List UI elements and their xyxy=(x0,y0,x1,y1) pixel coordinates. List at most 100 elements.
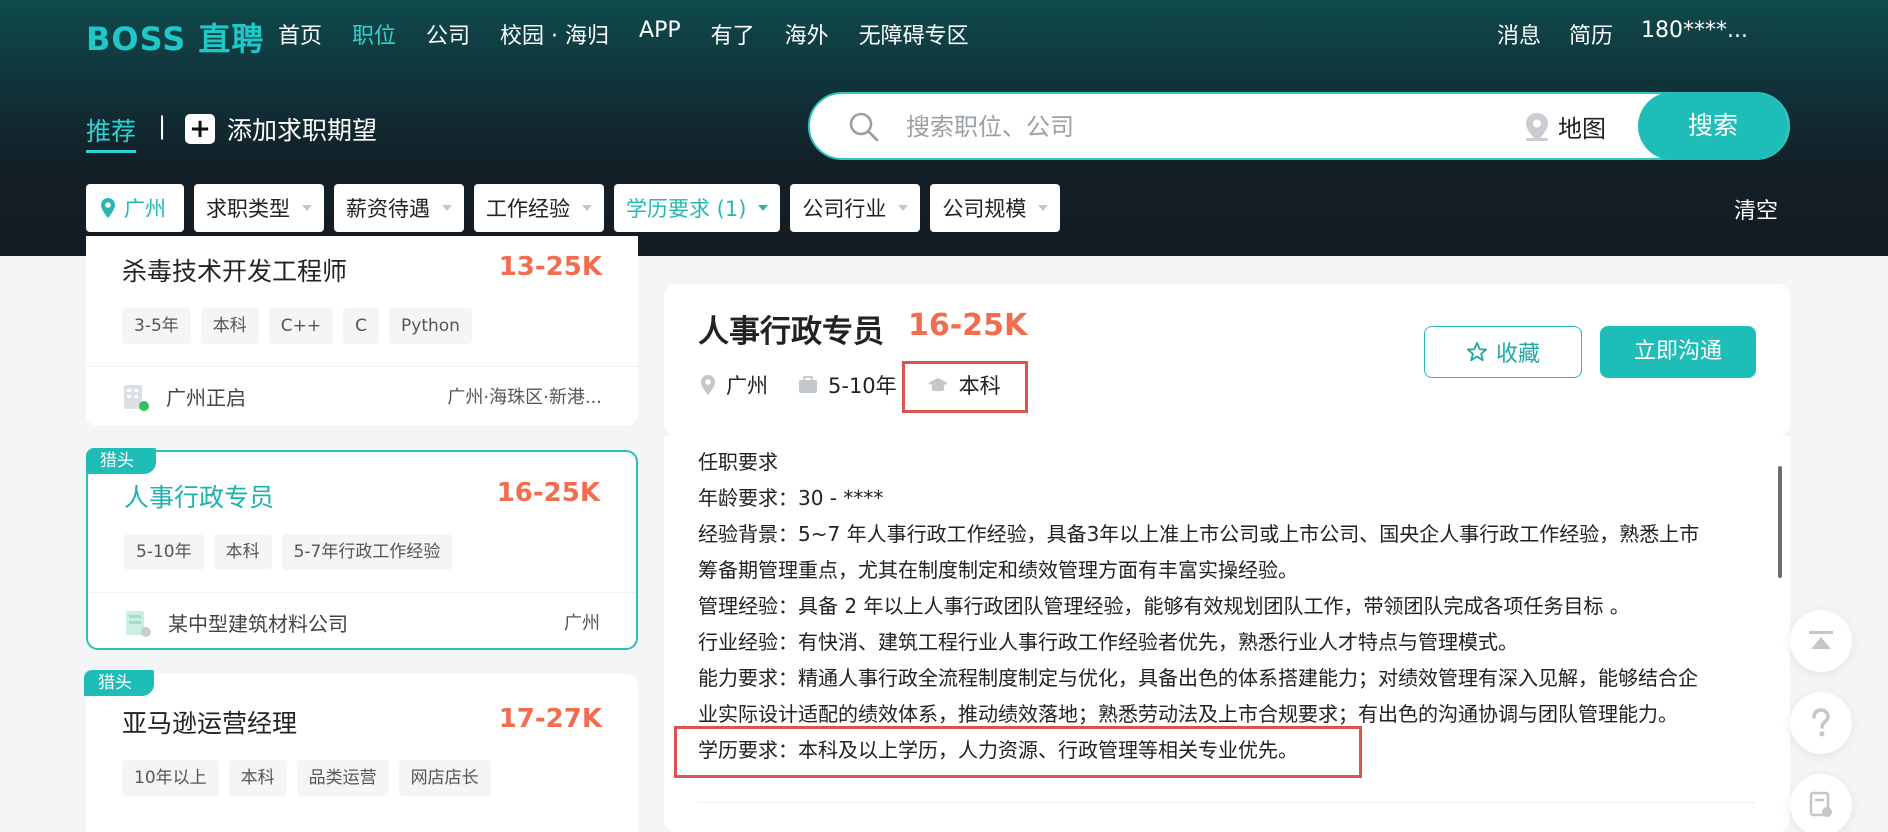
chevron-down-icon xyxy=(758,205,769,211)
filter-city[interactable]: 广州 xyxy=(86,184,184,232)
detail-experience-label: 5-10年 xyxy=(828,374,897,398)
chat-now-button[interactable]: 立即沟通 xyxy=(1600,326,1756,378)
chevron-down-icon xyxy=(442,205,452,211)
job-title[interactable]: 杀毒技术开发工程师 xyxy=(122,252,347,288)
search-box: 地图 搜索 xyxy=(808,92,1790,160)
filter-job-type-label: 求职类型 xyxy=(206,197,290,221)
job-tag: 5-7年行政工作经验 xyxy=(281,534,453,570)
nav-accessibility[interactable]: 无障碍专区 xyxy=(859,18,969,50)
company-name[interactable]: 广州正启 xyxy=(166,382,246,411)
job-card-selected[interactable]: 猎头 人事行政专员 16-25K 5-10年 本科 5-7年行政工作经验 某中型… xyxy=(86,448,638,650)
resume-link[interactable]: 简历 xyxy=(1569,18,1613,50)
job-tag: C++ xyxy=(268,308,334,344)
description-line: 年龄要求：30 - **** xyxy=(698,486,884,510)
description-line: 筹备期管理重点，尤其在制度制定和绩效管理方面有丰富实操经验。 xyxy=(698,558,1298,582)
add-expectation-button[interactable]: + 添加求职期望 xyxy=(185,111,377,147)
main-nav: 首页 职位 公司 校园 · 海归 APP 有了 海外 无障碍专区 xyxy=(278,18,999,50)
feedback-icon xyxy=(1809,791,1832,817)
favorite-label: 收藏 xyxy=(1495,342,1540,367)
messages-link[interactable]: 消息 xyxy=(1497,18,1541,50)
company-row[interactable]: 某中型建筑材料公司 广州 xyxy=(124,600,600,644)
recommend-tab[interactable]: 推荐 xyxy=(86,112,137,153)
filter-bar: 广州 求职类型 薪资待遇 工作经验 学历要求 (1) 公司行业 公司规模 xyxy=(86,184,1061,232)
description-line: 任职要求 xyxy=(698,450,778,474)
section-divider xyxy=(698,802,1756,803)
job-location: 广州 xyxy=(564,613,600,634)
boss-logo[interactable]: BOSS 直聘 xyxy=(86,14,264,60)
job-title[interactable]: 亚马逊运营经理 xyxy=(122,704,297,740)
filter-company-size-label: 公司规模 xyxy=(942,197,1027,221)
map-button[interactable]: 地图 xyxy=(1524,109,1606,144)
feedback-button[interactable] xyxy=(1790,774,1852,832)
filter-experience[interactable]: 工作经验 xyxy=(474,184,604,232)
card-divider xyxy=(86,366,638,367)
filter-industry-label: 公司行业 xyxy=(802,197,887,221)
job-detail-header: 人事行政专员 16-25K 广州 5-10年 本科 收藏 立即沟通 xyxy=(664,284,1790,436)
job-card[interactable]: 杀毒技术开发工程师 13-25K 3-5年 本科 C++ C Python 广州… xyxy=(86,236,638,426)
location-icon xyxy=(101,198,115,218)
filter-experience-label: 工作经验 xyxy=(486,197,570,221)
job-tag: 网店店长 xyxy=(398,760,491,796)
user-account[interactable]: 180****... xyxy=(1641,18,1748,50)
detail-job-title: 人事行政专员 xyxy=(698,314,884,350)
company-name[interactable]: 某中型建筑材料公司 xyxy=(168,608,348,637)
detail-experience: 5-10年 xyxy=(798,370,897,400)
add-expectation-label: 添加求职期望 xyxy=(227,116,378,145)
filter-salary-label: 薪资待遇 xyxy=(346,197,430,221)
nav-app[interactable]: APP xyxy=(639,18,681,50)
nav-jobs[interactable]: 职位 xyxy=(352,18,396,50)
location-icon xyxy=(1526,112,1548,141)
job-tag: 本科 xyxy=(200,308,259,344)
map-label: 地图 xyxy=(1558,115,1606,143)
job-tags: 5-10年 本科 5-7年行政工作经验 xyxy=(124,534,453,570)
chevron-down-icon xyxy=(898,205,909,211)
company-row[interactable]: 广州正启 广州·海珠区·新港... xyxy=(122,374,602,418)
filter-education[interactable]: 学历要求 (1) xyxy=(614,184,781,232)
user-nav: 消息 简历 180****... xyxy=(1497,18,1748,50)
filter-education-label: 学历要求 (1) xyxy=(626,197,747,221)
description-line: 经验背景：5~7 年人事行政工作经验，具备3年以上准上市公司或上市公司、国央企人… xyxy=(698,522,1700,546)
job-tags: 10年以上 本科 品类运营 网店店长 xyxy=(122,760,491,796)
search-icon xyxy=(849,112,879,142)
top-header: BOSS 直聘 首页 职位 公司 校园 · 海归 APP 有了 海外 无障碍专区… xyxy=(0,0,1888,256)
filter-salary[interactable]: 薪资待遇 xyxy=(334,184,464,232)
company-logo-icon xyxy=(122,381,150,411)
filter-city-label: 广州 xyxy=(124,197,166,221)
nav-youle[interactable]: 有了 xyxy=(711,18,755,50)
filter-industry[interactable]: 公司行业 xyxy=(790,184,921,232)
filter-job-type[interactable]: 求职类型 xyxy=(194,184,324,232)
clear-filters-button[interactable]: 清空 xyxy=(1734,193,1778,225)
job-salary: 13-25K xyxy=(498,252,602,282)
job-description: 任职要求 年龄要求：30 - **** 经验背景：5~7 年人事行政工作经验，具… xyxy=(664,436,1790,832)
briefcase-icon xyxy=(799,376,817,393)
detail-salary: 16-25K xyxy=(908,308,1028,343)
education-highlight-box xyxy=(902,361,1028,413)
headhunter-badge: 猎头 xyxy=(84,670,154,696)
nav-campus[interactable]: 校园 · 海归 xyxy=(500,18,609,50)
company-logo-icon xyxy=(124,607,152,637)
plus-icon: + xyxy=(185,114,215,144)
help-icon xyxy=(1812,708,1830,737)
favorite-button[interactable]: 收藏 xyxy=(1424,326,1582,378)
education-requirement-highlight-box xyxy=(674,726,1362,778)
search-input[interactable] xyxy=(906,108,1506,146)
nav-home[interactable]: 首页 xyxy=(278,18,322,50)
job-tag: 品类运营 xyxy=(296,760,389,796)
job-card[interactable]: 猎头 亚马逊运营经理 17-27K 10年以上 本科 品类运营 网店店长 xyxy=(84,670,638,832)
back-to-top-button[interactable] xyxy=(1790,610,1852,672)
description-line: 行业经验：有快消、建筑工程行业人事行政工作经验者优先，熟悉行业人才特点与管理模式… xyxy=(698,630,1518,654)
search-button[interactable]: 搜索 xyxy=(1638,92,1788,160)
tab-separator: | xyxy=(158,112,167,140)
job-tag: 本科 xyxy=(228,760,287,796)
description-scrollbar[interactable] xyxy=(1778,466,1782,578)
job-tag: 5-10年 xyxy=(124,534,204,570)
job-location: 广州·海珠区·新港... xyxy=(447,387,602,408)
job-tag: 本科 xyxy=(213,534,272,570)
nav-companies[interactable]: 公司 xyxy=(426,18,470,50)
filter-company-size[interactable]: 公司规模 xyxy=(930,184,1061,232)
job-tag: 3-5年 xyxy=(122,308,191,344)
job-title[interactable]: 人事行政专员 xyxy=(124,478,274,514)
nav-overseas[interactable]: 海外 xyxy=(785,18,829,50)
help-button[interactable] xyxy=(1790,692,1852,754)
job-tag: C xyxy=(343,308,380,344)
